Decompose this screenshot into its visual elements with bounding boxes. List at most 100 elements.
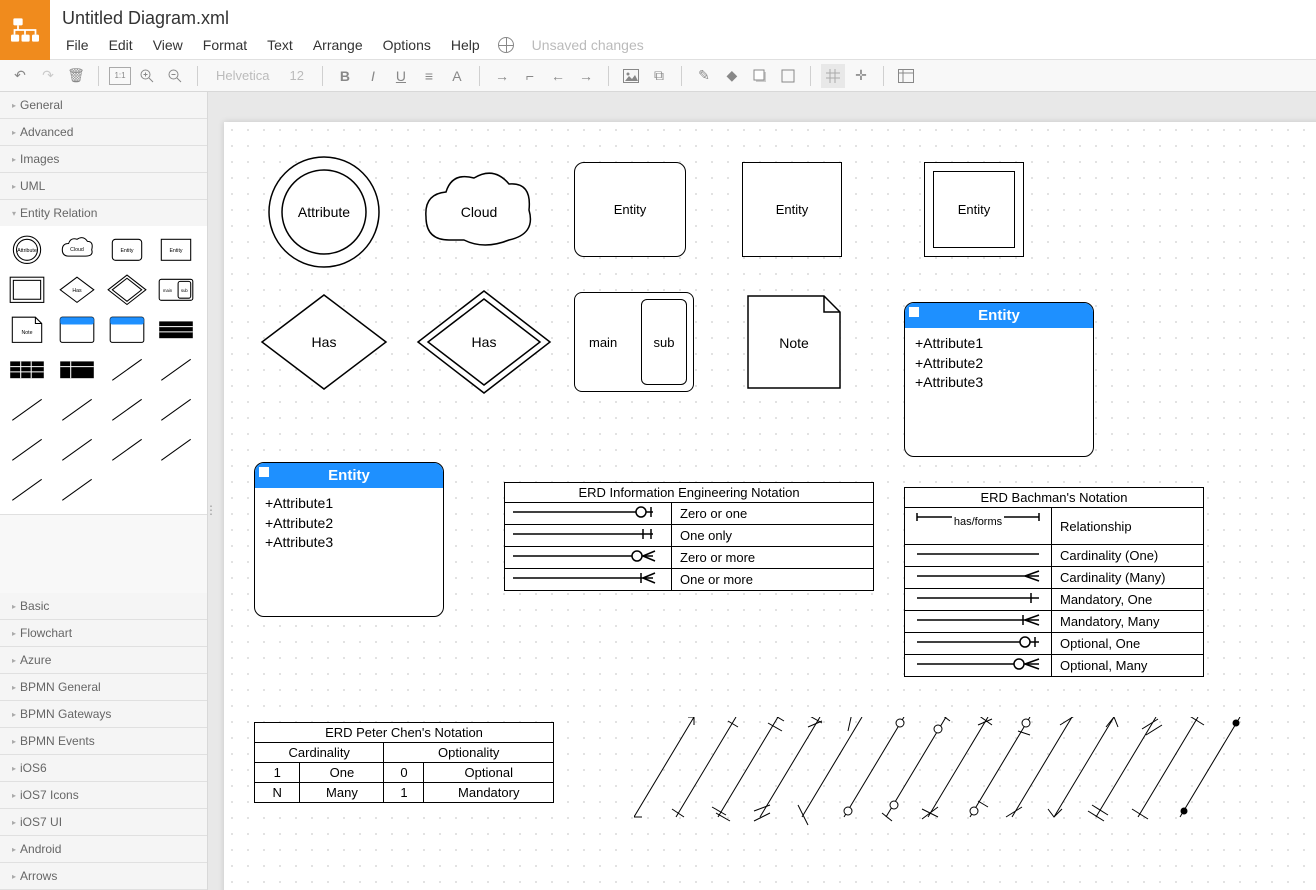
menu-arrange[interactable]: Arrange <box>305 31 371 59</box>
node-has-diamond[interactable]: Has <box>254 287 394 402</box>
menu-file[interactable]: File <box>58 31 97 59</box>
shape-line5[interactable] <box>106 392 148 428</box>
palette-ios7-icons[interactable]: iOS7 Icons <box>0 782 207 808</box>
shape-line7[interactable] <box>6 432 48 468</box>
node-bachman-table[interactable]: ERD Bachman's Notation has/formsRelation… <box>904 487 1204 677</box>
shape-line6[interactable] <box>155 392 197 428</box>
node-chen-table[interactable]: ERD Peter Chen's Notation CardinalityOpt… <box>254 722 554 803</box>
shape-attribute[interactable]: Attribute <box>6 232 48 268</box>
italic-button[interactable]: I <box>361 64 385 88</box>
shape-entity-card-blue2[interactable] <box>106 312 148 348</box>
node-main-sub[interactable]: main sub <box>574 292 694 392</box>
palette-images[interactable]: Images <box>0 146 207 172</box>
line-start-button[interactable]: ← <box>546 64 570 88</box>
language-icon[interactable] <box>498 37 514 53</box>
shape-line8[interactable] <box>56 432 98 468</box>
palette-flowchart[interactable]: Flowchart <box>0 620 207 646</box>
palette-android[interactable]: Android <box>0 836 207 862</box>
zoom-out-button[interactable] <box>163 64 187 88</box>
menu-edit[interactable]: Edit <box>101 31 141 59</box>
shape-entity-card-blue[interactable] <box>56 312 98 348</box>
grid-button[interactable] <box>821 64 845 88</box>
image-button[interactable] <box>619 64 643 88</box>
shape-has-diamond[interactable]: Has <box>56 272 98 308</box>
shape-line12[interactable] <box>56 472 98 508</box>
palette-uml[interactable]: UML <box>0 173 207 199</box>
undo-button[interactable]: ↶ <box>8 64 32 88</box>
palette-entity-relation[interactable]: Entity Relation <box>0 200 207 226</box>
palette-bpmn-general[interactable]: BPMN General <box>0 674 207 700</box>
menu-text[interactable]: Text <box>259 31 301 59</box>
shape-table-dark3[interactable] <box>56 352 98 388</box>
palette-advanced[interactable]: Advanced <box>0 119 207 145</box>
none-button[interactable] <box>776 64 800 88</box>
bold-button[interactable]: B <box>333 64 357 88</box>
zoom-actual-button[interactable]: 1:1 <box>109 67 131 85</box>
node-ie-notation-table[interactable]: ERD Information Engineering Notation Zer… <box>504 482 874 591</box>
diagram-canvas[interactable]: Attribute Cloud Entity Entity Entity Has… <box>224 122 1316 890</box>
node-note[interactable]: Note <box>744 292 844 397</box>
redo-button[interactable]: ↷ <box>36 64 60 88</box>
waypoint-button[interactable]: ⌐ <box>518 64 542 88</box>
palette-bpmn-events[interactable]: BPMN Events <box>0 728 207 754</box>
table-cell: 1 <box>255 763 300 783</box>
shape-table-dark2[interactable] <box>6 352 48 388</box>
line-color-button[interactable]: ✎ <box>692 64 716 88</box>
shape-main-sub[interactable]: mainsub <box>155 272 197 308</box>
canvas-area[interactable]: Attribute Cloud Entity Entity Entity Has… <box>208 92 1316 890</box>
font-family-select[interactable]: Helvetica <box>208 68 277 83</box>
node-entity-double[interactable]: Entity <box>924 162 1024 257</box>
delete-button[interactable]: 🗑 <box>64 64 88 88</box>
align-button[interactable]: ≡ <box>417 64 441 88</box>
shape-note[interactable]: Note <box>6 312 48 348</box>
shape-line9[interactable] <box>106 432 148 468</box>
menu-help[interactable]: Help <box>443 31 488 59</box>
shape-line1[interactable] <box>106 352 148 388</box>
node-entity-card1[interactable]: −Entity +Attribute1 +Attribute2 +Attribu… <box>904 302 1094 457</box>
palette-basic[interactable]: Basic <box>0 593 207 619</box>
menu-view[interactable]: View <box>145 31 191 59</box>
shadow-button[interactable] <box>748 64 772 88</box>
card-attr: +Attribute1 <box>915 334 1083 354</box>
palette-azure[interactable]: Azure <box>0 647 207 673</box>
zoom-in-button[interactable] <box>135 64 159 88</box>
link-button[interactable]: ⧉ <box>647 64 671 88</box>
guides-button[interactable]: ✛ <box>849 64 873 88</box>
app-logo[interactable] <box>0 0 50 60</box>
node-connector-lines[interactable] <box>634 717 1294 832</box>
document-title[interactable]: Untitled Diagram.xml <box>50 0 1316 31</box>
palette-arrows[interactable]: Arrows <box>0 863 207 889</box>
palette-general[interactable]: General <box>0 92 207 118</box>
fill-color-button[interactable]: ◆ <box>720 64 744 88</box>
shape-line10[interactable] <box>155 432 197 468</box>
layout-button[interactable] <box>894 64 918 88</box>
line-end-button[interactable]: → <box>574 64 598 88</box>
shape-line3[interactable] <box>6 392 48 428</box>
shape-line11[interactable] <box>6 472 48 508</box>
palette-bpmn-gateways[interactable]: BPMN Gateways <box>0 701 207 727</box>
palette-ios6[interactable]: iOS6 <box>0 755 207 781</box>
shape-entity-double[interactable] <box>6 272 48 308</box>
node-attribute[interactable]: Attribute <box>264 152 384 277</box>
menu-format[interactable]: Format <box>195 31 255 59</box>
shape-line4[interactable] <box>56 392 98 428</box>
shape-has-double-diamond[interactable] <box>106 272 148 308</box>
card-attr: +Attribute3 <box>915 373 1083 393</box>
sidebar-splitter[interactable] <box>208 491 211 531</box>
node-entity-rect[interactable]: Entity <box>742 162 842 257</box>
node-has-double-diamond[interactable]: Has <box>414 287 554 402</box>
menu-options[interactable]: Options <box>375 31 439 59</box>
node-entity-rounded[interactable]: Entity <box>574 162 686 257</box>
palette-ios7-ui[interactable]: iOS7 UI <box>0 809 207 835</box>
shape-entity-rounded[interactable]: Entity <box>106 232 148 268</box>
shape-cloud[interactable]: Cloud <box>56 232 98 268</box>
shape-entity-rect[interactable]: Entity <box>155 232 197 268</box>
font-size-select[interactable]: 12 <box>281 68 311 83</box>
shape-line2[interactable] <box>155 352 197 388</box>
shape-table-dark[interactable] <box>155 312 197 348</box>
font-color-button[interactable]: A <box>445 64 469 88</box>
node-entity-card2[interactable]: −Entity +Attribute1 +Attribute2 +Attribu… <box>254 462 444 617</box>
underline-button[interactable]: U <box>389 64 413 88</box>
node-cloud[interactable]: Cloud <box>414 162 544 267</box>
connection-button[interactable]: → <box>490 64 514 88</box>
